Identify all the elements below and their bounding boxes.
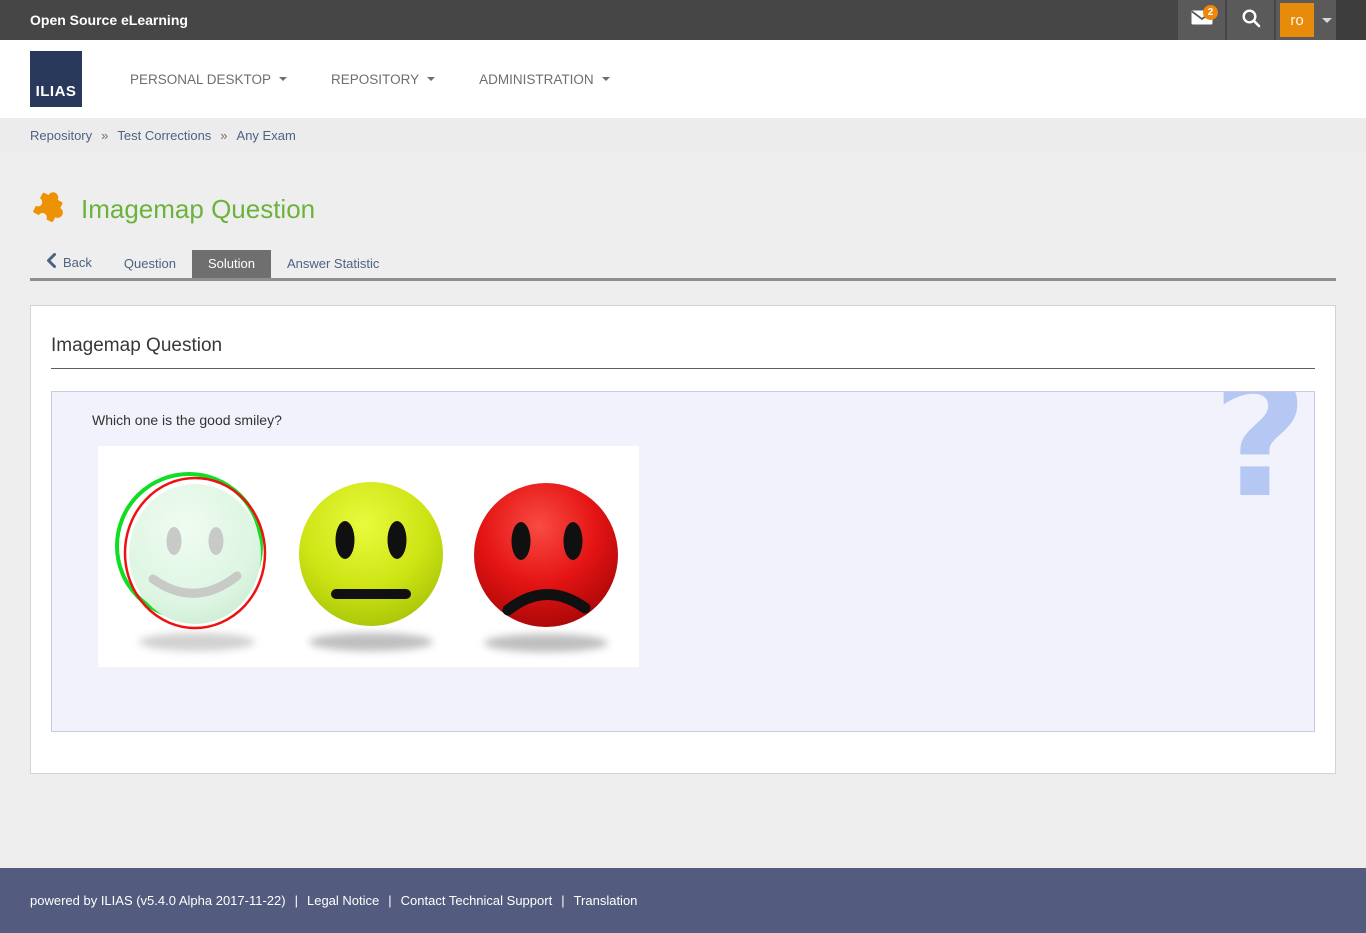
breadcrumb-test-corrections[interactable]: Test Corrections (117, 128, 211, 143)
nav-item-label: ADMINISTRATION (479, 72, 594, 87)
caret-down-icon (279, 77, 287, 81)
mail-badge: 2 (1203, 5, 1218, 20)
topbar: Open Source eLearning 2 ro (0, 0, 1366, 40)
footer-separator: | (388, 893, 391, 908)
footer-link-translation[interactable]: Translation (574, 893, 638, 908)
caret-down-icon (427, 77, 435, 81)
content-panel: Imagemap Question ? Which one is the goo… (30, 305, 1336, 774)
nav-item-repository[interactable]: REPOSITORY (331, 72, 435, 87)
question-mark-watermark: ? (1212, 391, 1308, 521)
chevron-left-icon (46, 253, 56, 271)
breadcrumb-separator: » (220, 128, 227, 143)
breadcrumb-repository[interactable]: Repository (30, 128, 92, 143)
ilias-logo[interactable]: ILIAS (30, 51, 82, 107)
caret-down-icon (1322, 18, 1332, 23)
topbar-end-cap (1336, 0, 1366, 40)
search-icon (1241, 8, 1261, 33)
page-title: Imagemap Question (81, 194, 315, 225)
page-header: Imagemap Question (30, 188, 1336, 231)
mail-button[interactable]: 2 (1178, 0, 1225, 40)
smiley-happy-faded (117, 474, 265, 628)
question-box: ? Which one is the good smiley? (51, 391, 1315, 732)
footer: powered by ILIAS (v5.4.0 Alpha 2017-11-2… (0, 868, 1366, 933)
nav-item-label: PERSONAL DESKTOP (130, 72, 271, 87)
panel-heading: Imagemap Question (51, 335, 1315, 369)
puzzle-piece-icon (30, 188, 68, 231)
powered-by-text: powered by ILIAS (v5.4.0 Alpha 2017-11-2… (30, 893, 286, 908)
imagemap-image[interactable] (98, 446, 639, 667)
smiley-sad (474, 483, 618, 627)
tab-question[interactable]: Question (108, 250, 192, 278)
caret-down-icon (602, 77, 610, 81)
breadcrumb-any-exam[interactable]: Any Exam (237, 128, 296, 143)
tab-solution[interactable]: Solution (192, 250, 271, 278)
breadcrumb: Repository » Test Corrections » Any Exam (0, 118, 1366, 152)
nav-item-personal-desktop[interactable]: PERSONAL DESKTOP (130, 72, 287, 87)
smiley-neutral (299, 482, 443, 626)
user-avatar: ro (1280, 3, 1314, 37)
footer-separator: | (561, 893, 564, 908)
user-menu-button[interactable]: ro (1276, 0, 1336, 40)
site-title: Open Source eLearning (0, 0, 188, 40)
breadcrumb-separator: » (101, 128, 108, 143)
footer-link-legal-notice[interactable]: Legal Notice (307, 893, 379, 908)
search-button[interactable] (1227, 0, 1274, 40)
topbar-actions: 2 ro (1176, 0, 1366, 40)
back-button[interactable]: Back (30, 247, 108, 278)
tab-answer-statistic[interactable]: Answer Statistic (271, 250, 395, 278)
nav-item-label: REPOSITORY (331, 72, 419, 87)
nav-item-administration[interactable]: ADMINISTRATION (479, 72, 610, 87)
footer-link-contact-support[interactable]: Contact Technical Support (401, 893, 553, 908)
question-text: Which one is the good smiley? (92, 412, 282, 428)
tab-bar: Back Question Solution Answer Statistic (30, 247, 1336, 281)
main-content: Imagemap Question Back Question Solution… (0, 152, 1366, 868)
main-navbar: ILIAS PERSONAL DESKTOP REPOSITORY ADMINI… (0, 40, 1366, 118)
footer-separator: | (295, 893, 298, 908)
back-label: Back (63, 255, 92, 270)
